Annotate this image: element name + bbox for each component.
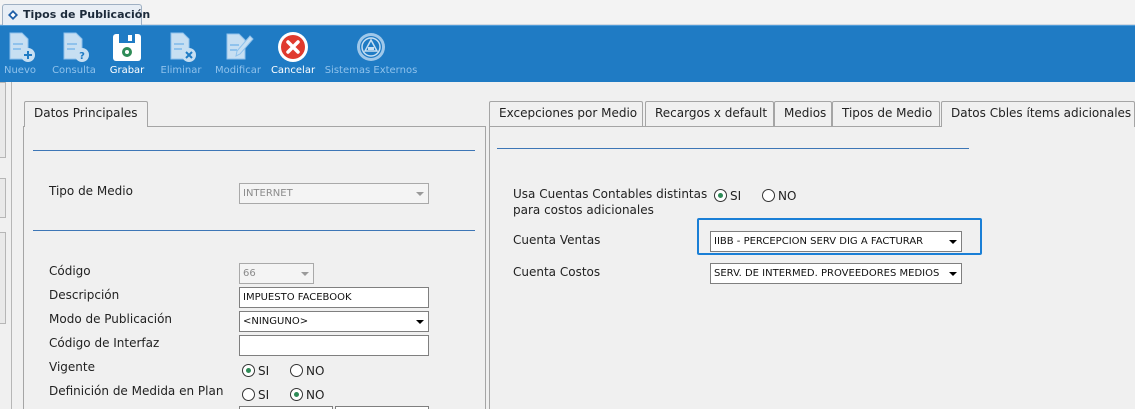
vigente-si-label: SI (258, 364, 270, 378)
chevron-down-icon (945, 233, 960, 250)
cancel-x-icon (278, 32, 308, 62)
tab-recargos-default[interactable]: Recargos x default (645, 101, 774, 126)
eliminar-label: Eliminar (160, 65, 202, 76)
consulta-label: Consulta (52, 65, 96, 76)
grabar-label: Grabar (109, 65, 145, 76)
left-strip-handle-top[interactable] (0, 82, 6, 158)
cuenta-ventas-select[interactable]: IIBB - PERCEPCION SERV DIG A FACTURAR (710, 231, 962, 252)
cancelar-label: Cancelar (270, 65, 316, 76)
tab-medios[interactable]: Medios (774, 101, 832, 126)
tab-label: Datos Cbles ítems adicionales (951, 106, 1132, 120)
nuevo-label: Nuevo (3, 65, 36, 76)
tab-label: Tipos de Medio (842, 106, 933, 120)
section-divider (497, 148, 969, 149)
usa-cuentas-label-line2: para costos adicionales (513, 203, 654, 217)
chevron-down-icon (412, 185, 427, 202)
cuenta-costos-label: Cuenta Costos (513, 265, 601, 279)
codigo-label: Código (49, 264, 91, 278)
usa-cuentas-si-label: SI (730, 189, 742, 203)
tab-tipos-de-medio[interactable]: Tipos de Medio (832, 101, 940, 126)
modo-publicacion-value: <NINGUNO> (243, 316, 309, 327)
left-strip-handle-mid[interactable] (0, 178, 6, 218)
medida-no-radio[interactable] (290, 388, 303, 401)
tab-datos-principales-label: Datos Principales (34, 106, 138, 120)
cuenta-costos-value: SERV. DE INTERMED. PROVEEDORES MEDIOS (714, 268, 940, 279)
section-divider (33, 230, 475, 231)
left-collapsed-strip (0, 82, 12, 409)
consulta-button[interactable]: ? Consulta (48, 26, 100, 83)
tab-label: Excepciones por Medio (499, 106, 638, 120)
sistemas-externos-label: Sistemas Externos (324, 65, 418, 76)
tab-label: Recargos x default (655, 106, 768, 120)
vigente-no-label: NO (306, 364, 325, 378)
cancelar-button[interactable]: Cancelar (267, 26, 319, 83)
section-divider (33, 150, 475, 151)
svg-text:?: ? (79, 51, 85, 62)
cuenta-costos-select[interactable]: SERV. DE INTERMED. PROVEEDORES MEDIOS (710, 263, 962, 284)
chevron-down-icon (297, 265, 312, 282)
modificar-button[interactable]: Modificar (211, 26, 265, 83)
chevron-down-icon (412, 313, 427, 330)
codigo-select[interactable]: 66 (239, 263, 314, 284)
vigente-no-radio[interactable] (290, 364, 303, 377)
usa-cuentas-no-label: NO (778, 189, 797, 203)
vigente-label: Vigente (49, 360, 95, 374)
descripcion-label: Descripción (49, 288, 120, 302)
codigo-interfaz-field[interactable] (239, 335, 429, 356)
window-tab-strip: Tipos de Publicación (0, 0, 1135, 25)
descripcion-value: IMPUESTO FACEBOOK (243, 292, 352, 303)
sistemas-externos-button[interactable]: Sistemas Externos (324, 26, 418, 83)
cuenta-ventas-value: IIBB - PERCEPCION SERV DIG A FACTURAR (714, 236, 924, 247)
chevron-down-icon (945, 265, 960, 282)
tab-label: Medios (784, 106, 827, 120)
tipo-medio-label: Tipo de Medio (49, 184, 133, 198)
modo-publicacion-select[interactable]: <NINGUNO> (239, 311, 429, 332)
app-logo-icon (8, 10, 18, 20)
medida-si-label: SI (258, 388, 270, 402)
app-window: Tipos de Publicación Nuevo ? Consulta Gr… (0, 0, 1135, 409)
new-document-icon (9, 32, 35, 62)
codigo-value: 66 (243, 268, 256, 279)
codigo-interfaz-label: Código de Interfaz (49, 336, 160, 350)
left-strip-handle-bottom[interactable] (0, 232, 6, 324)
query-document-icon: ? (63, 32, 89, 62)
window-tab-tipos-publicacion[interactable]: Tipos de Publicación (2, 4, 150, 25)
toolbar: Nuevo ? Consulta Grabar Eliminar Modific… (0, 25, 1135, 82)
cuenta-ventas-label: Cuenta Ventas (513, 233, 601, 247)
save-disk-icon (113, 34, 141, 61)
eliminar-button[interactable]: Eliminar (157, 26, 205, 83)
window-tab-title: Tipos de Publicación (23, 8, 151, 21)
grabar-button[interactable]: Grabar (105, 26, 149, 83)
tipo-medio-select[interactable]: INTERNET (239, 183, 429, 204)
usa-cuentas-si-radio[interactable] (714, 189, 727, 202)
tab-datos-principales[interactable]: Datos Principales (24, 101, 148, 127)
descripcion-field[interactable]: IMPUESTO FACEBOOK (239, 287, 429, 308)
tab-excepciones-por-medio[interactable]: Excepciones por Medio (489, 101, 643, 126)
modo-publicacion-label: Modo de Publicación (49, 312, 173, 326)
delete-document-icon (170, 32, 196, 62)
edit-pencil-icon (226, 33, 254, 60)
nuevo-button[interactable]: Nuevo (0, 26, 40, 83)
tab-datos-cbles-items-adicionales[interactable]: Datos Cbles ítems adicionales (941, 101, 1135, 127)
medida-plan-label: Definición de Medida en Plan (49, 384, 224, 398)
usa-cuentas-no-radio[interactable] (762, 189, 775, 202)
modificar-label: Modificar (215, 65, 261, 76)
tipo-medio-value: INTERNET (243, 188, 293, 199)
external-systems-icon (357, 33, 385, 61)
medida-si-radio[interactable] (242, 388, 255, 401)
usa-cuentas-label-line1: Usa Cuentas Contables distintas (513, 187, 708, 201)
vigente-si-radio[interactable] (242, 364, 255, 377)
medida-no-label: NO (306, 388, 325, 402)
